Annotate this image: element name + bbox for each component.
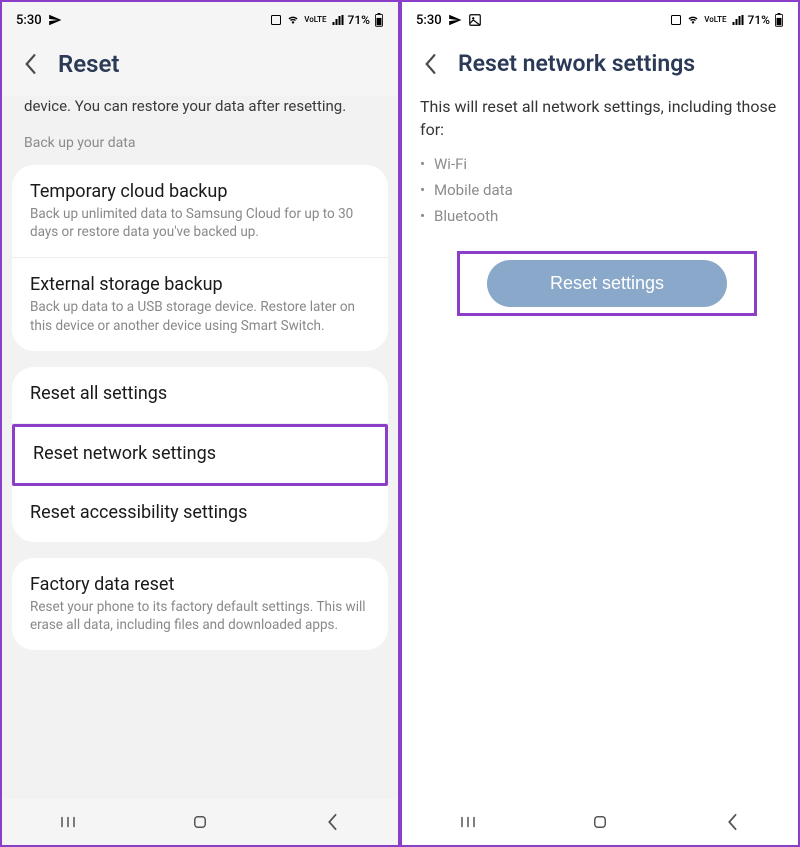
item-title: Reset all settings	[30, 383, 370, 404]
backup-card: Temporary cloud backup Back up unlimited…	[12, 165, 388, 351]
factory-reset-card: Factory data reset Reset your phone to i…	[12, 558, 388, 650]
reset-network-content: This will reset all network settings, in…	[402, 95, 798, 799]
nfc-icon	[270, 14, 282, 26]
back-icon[interactable]	[20, 54, 40, 74]
external-storage-backup-item[interactable]: External storage backup Back up data to …	[12, 258, 388, 350]
bullet-bluetooth: Bluetooth	[420, 203, 780, 229]
nfc-icon	[670, 14, 682, 26]
status-bar: 5:30 VoLTE 71%	[402, 2, 798, 38]
battery-percentage: 71%	[348, 13, 370, 27]
page-title: Reset	[58, 50, 119, 78]
phone-screenshot-reset-menu: 5:30 VoLTE 71% Reset	[0, 0, 400, 847]
item-desc: Reset your phone to its factory default …	[30, 598, 370, 634]
telegram-icon	[48, 13, 62, 27]
bullet-mobile-data: Mobile data	[420, 177, 780, 203]
wifi-icon	[686, 14, 700, 26]
item-title: Factory data reset	[30, 574, 370, 595]
status-bar: 5:30 VoLTE 71%	[2, 2, 398, 38]
volte-label: VoLTE	[304, 16, 326, 24]
status-time: 5:30	[16, 13, 42, 28]
reset-accessibility-settings-item[interactable]: Reset accessibility settings	[12, 486, 388, 542]
battery-icon	[774, 13, 784, 27]
page-title: Reset network settings	[458, 50, 695, 77]
temporary-cloud-backup-item[interactable]: Temporary cloud backup Back up unlimited…	[12, 165, 388, 258]
page-header: Reset	[2, 38, 398, 96]
telegram-icon	[448, 13, 462, 27]
settings-content: device. You can restore your data after …	[2, 96, 398, 799]
reset-options-card: Reset all settings Reset network setting…	[12, 367, 388, 542]
status-time: 5:30	[416, 13, 442, 28]
android-nav-bar	[402, 799, 798, 845]
home-button[interactable]	[589, 811, 611, 833]
item-title: Reset accessibility settings	[30, 502, 370, 523]
wifi-icon	[286, 14, 300, 26]
reset-settings-button[interactable]: Reset settings	[487, 260, 727, 307]
bullet-list: Wi-Fi Mobile data Bluetooth	[402, 151, 798, 229]
bullet-wifi: Wi-Fi	[420, 151, 780, 177]
signal-icon	[331, 14, 344, 26]
reset-all-settings-item[interactable]: Reset all settings	[12, 367, 388, 424]
home-button[interactable]	[189, 811, 211, 833]
item-title: Temporary cloud backup	[30, 181, 370, 202]
image-icon	[468, 13, 482, 27]
battery-percentage: 71%	[748, 13, 770, 27]
recents-button[interactable]	[457, 811, 479, 833]
backup-section-label: Back up your data	[12, 127, 388, 165]
item-desc: Back up unlimited data to Samsung Cloud …	[30, 205, 370, 241]
factory-data-reset-item[interactable]: Factory data reset Reset your phone to i…	[12, 558, 388, 650]
intro-text: device. You can restore your data after …	[12, 96, 388, 127]
page-header: Reset network settings	[402, 38, 798, 95]
back-icon[interactable]	[420, 54, 440, 74]
android-nav-bar	[2, 799, 398, 845]
recents-button[interactable]	[57, 811, 79, 833]
back-button[interactable]	[721, 811, 743, 833]
description-text: This will reset all network settings, in…	[402, 95, 798, 151]
volte-label: VoLTE	[704, 16, 726, 24]
highlight-box: Reset settings	[457, 251, 757, 316]
signal-icon	[731, 14, 744, 26]
battery-icon	[374, 13, 384, 27]
item-title: External storage backup	[30, 274, 370, 295]
phone-screenshot-reset-network: 5:30 VoLTE 71%	[400, 0, 800, 847]
reset-network-settings-item[interactable]: Reset network settings	[12, 424, 388, 486]
item-title: Reset network settings	[33, 443, 367, 464]
back-button[interactable]	[321, 811, 343, 833]
item-desc: Back up data to a USB storage device. Re…	[30, 298, 370, 334]
